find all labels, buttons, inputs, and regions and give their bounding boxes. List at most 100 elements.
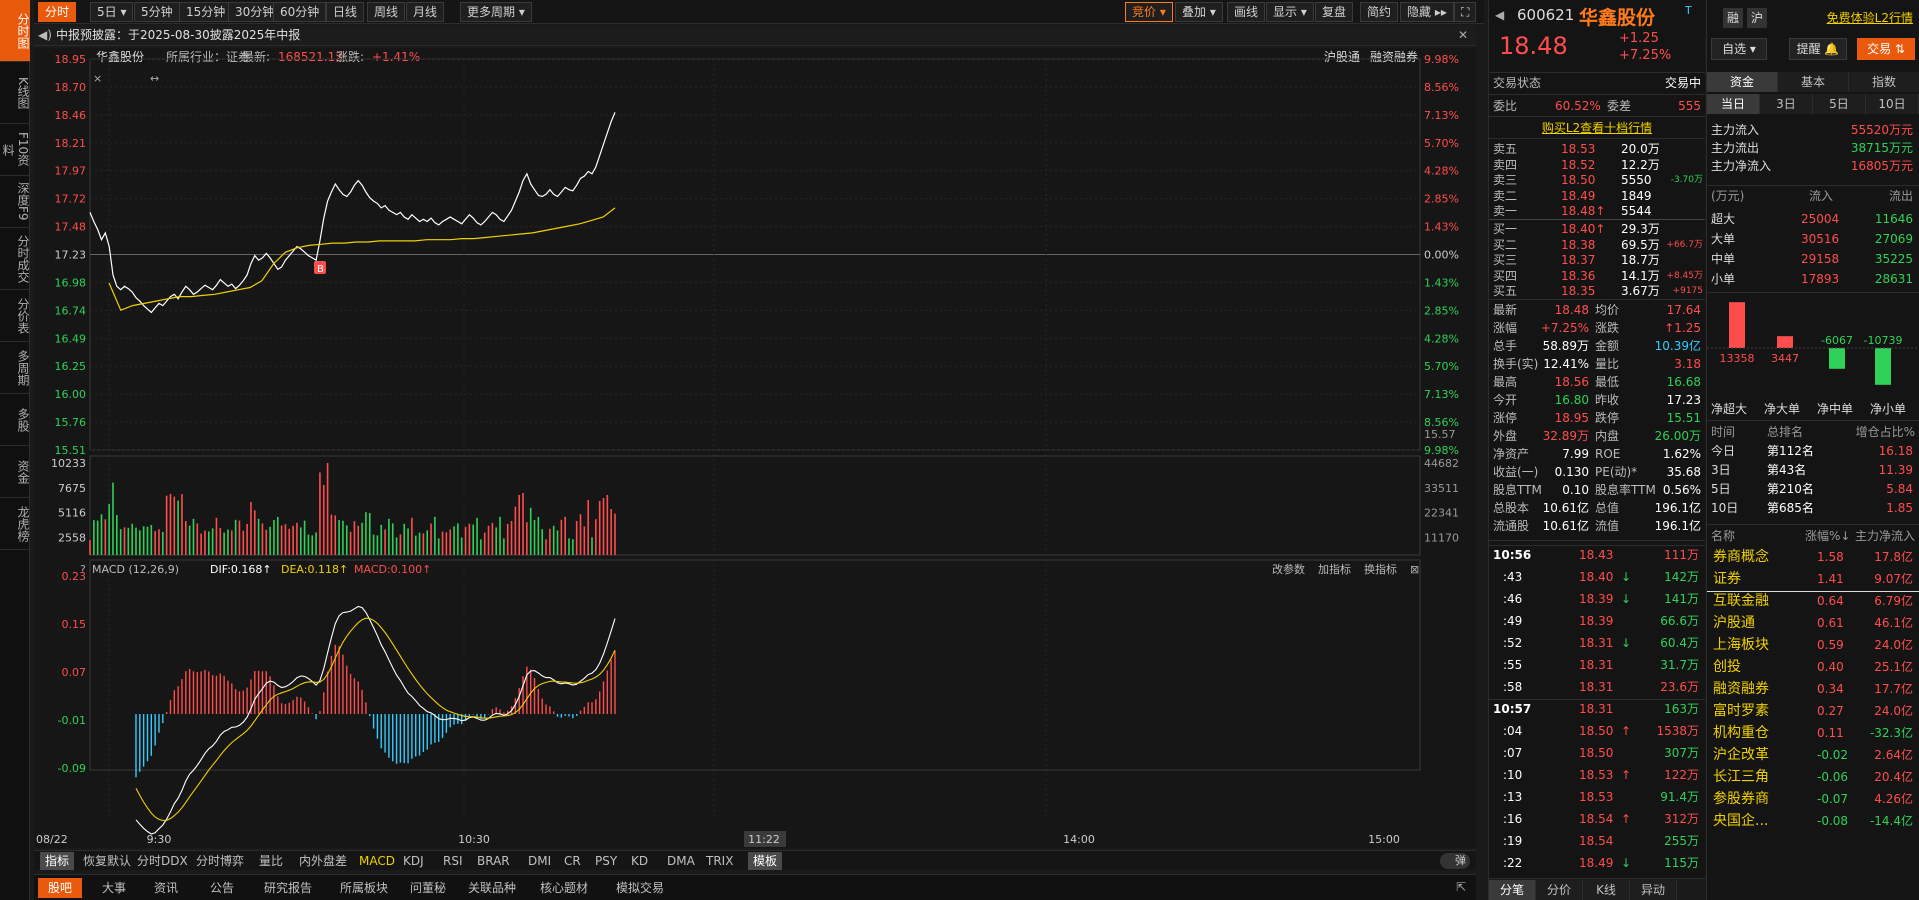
toolbar-btn-2[interactable]: 画线 xyxy=(1227,2,1266,22)
period-subtab-1[interactable]: 3日 xyxy=(1760,94,1813,114)
sector-row[interactable]: 富时罗素 0.27 24.0亿 xyxy=(1707,703,1919,723)
fund-tab-1[interactable]: 基本 xyxy=(1778,72,1849,92)
indicator-tab-16[interactable]: 模板 xyxy=(748,852,783,870)
indicator-tab-10[interactable]: DMI xyxy=(523,852,556,870)
period-subtab-3[interactable]: 10日 xyxy=(1866,94,1919,114)
popup-toggle[interactable]: 弹 xyxy=(1440,853,1470,869)
vnav-item-4[interactable]: 分时成交 xyxy=(0,228,30,290)
sector-row[interactable]: 证券 1.41 9.07亿 xyxy=(1707,571,1919,591)
tick-tab-3[interactable]: 异动 xyxy=(1630,880,1677,900)
vnav-item-8[interactable]: 资金 xyxy=(0,446,30,498)
bottom-tab-6[interactable]: 问董秘 xyxy=(400,878,456,898)
indicator-tab-4[interactable]: 量比 xyxy=(254,852,288,870)
chart-area[interactable]: 华鑫股份 所属行业：证券 最新: 168521.13 涨跌: +1.41% 沪股通 融资融券 1… xyxy=(34,48,1476,848)
indicator-tab-9[interactable]: BRAR xyxy=(472,852,515,870)
sector-row[interactable]: 上海板块 0.59 24.0亿 xyxy=(1707,637,1919,657)
period-tab-3[interactable]: 15分钟 xyxy=(179,2,233,22)
expand-icon[interactable]: ⇱ xyxy=(1456,880,1466,894)
indicator-tab-15[interactable]: TRIX xyxy=(701,852,738,870)
vnav-item-1[interactable]: K线图 xyxy=(0,62,30,124)
indicator-tab-12[interactable]: PSY xyxy=(590,852,622,870)
bottom-tab-3[interactable]: 公告 xyxy=(200,878,244,898)
bottom-tab-5[interactable]: 所属板块 xyxy=(330,878,398,898)
indicator-tab-1[interactable]: 恢复默认 xyxy=(78,852,136,870)
prev-stock-icon[interactable]: ◀ xyxy=(1495,8,1504,22)
period-tab-7[interactable]: 周线 xyxy=(367,2,406,22)
buy-l2-link[interactable]: 购买L2查看十档行情 xyxy=(1489,119,1705,136)
fund-tab-2[interactable]: 指数 xyxy=(1849,72,1919,92)
bottom-tab-4[interactable]: 研究报告 xyxy=(254,878,322,898)
link-hgt[interactable]: 沪股通 xyxy=(1324,50,1360,64)
sector-row[interactable]: 机构重仓 0.11 -32.3亿 xyxy=(1707,725,1919,745)
stock-name[interactable]: 华鑫股份 xyxy=(1579,3,1655,30)
announcement-text[interactable]: 中报预披露：于2025-08-30披露2025年中报 xyxy=(56,26,300,45)
trial-l2-link[interactable]: 免费体验L2行情 xyxy=(1827,9,1913,26)
bottom-tab-1[interactable]: 大事 xyxy=(92,878,136,898)
vnav-item-7[interactable]: 多股 xyxy=(0,394,30,446)
vnav-item-0[interactable]: 分时图 xyxy=(0,0,30,62)
macd-tool-add[interactable]: 加指标 xyxy=(1318,562,1351,576)
indicator-tab-11[interactable]: CR xyxy=(559,852,586,870)
macd-tool-params[interactable]: 改参数 xyxy=(1272,562,1305,576)
period-tab-9[interactable]: 更多周期 ▾ xyxy=(460,2,532,22)
sector-row[interactable]: 参股券商 -0.07 4.26亿 xyxy=(1707,791,1919,811)
indicator-tab-5[interactable]: 内外盘差 xyxy=(294,852,352,870)
indicator-tab-0[interactable]: 指标 xyxy=(40,852,75,870)
close-cross-icon[interactable]: × xyxy=(93,72,102,85)
period-tab-6[interactable]: 日线 xyxy=(326,2,365,22)
sector-row[interactable]: 融资融券 0.34 17.7亿 xyxy=(1707,681,1919,701)
bottom-tab-8[interactable]: 核心题材 xyxy=(530,878,598,898)
tick-tab-2[interactable]: K线 xyxy=(1583,880,1630,900)
tick-tab-0[interactable]: 分笔 xyxy=(1489,880,1536,900)
sector-row[interactable]: 长江三角 -0.06 20.4亿 xyxy=(1707,769,1919,789)
sector-row[interactable]: 券商概念 1.58 17.8亿 xyxy=(1707,549,1919,569)
macd-tool-switch[interactable]: 换指标 xyxy=(1364,562,1397,576)
bottom-tab-9[interactable]: 模拟交易 xyxy=(606,878,674,898)
indicator-tab-2[interactable]: 分时DDX xyxy=(132,852,193,870)
alert-button[interactable]: 提醒 🔔 xyxy=(1789,38,1847,60)
vnav-item-9[interactable]: 龙虎榜 xyxy=(0,498,30,550)
bottom-tab-0[interactable]: 股吧 xyxy=(38,878,83,898)
toolbar-btn-4[interactable]: 复盘 xyxy=(1315,2,1354,22)
indicator-tab-13[interactable]: KD xyxy=(626,852,653,870)
toolbar-btn-0[interactable]: 竞价 ▾ xyxy=(1125,2,1173,22)
sector-row[interactable]: 央国企... -0.08 -14.4亿 xyxy=(1707,813,1919,833)
badge-rong[interactable]: 融 xyxy=(1723,8,1743,28)
period-tab-1[interactable]: 5日 ▾ xyxy=(90,2,134,22)
macd-close-icon[interactable]: ⊠ xyxy=(1410,563,1419,576)
vnav-item-6[interactable]: 多周期 xyxy=(0,342,30,394)
toolbar-btn-3[interactable]: 显示 ▾ xyxy=(1266,2,1314,22)
indicator-tab-7[interactable]: KDJ xyxy=(398,852,429,870)
period-tab-2[interactable]: 5分钟 xyxy=(134,2,180,22)
period-tab-8[interactable]: 月线 xyxy=(406,2,445,22)
sector-row[interactable]: 创投 0.40 25.1亿 xyxy=(1707,659,1919,679)
toolbar-btn-6[interactable]: 隐藏 ▸▸ xyxy=(1400,2,1454,22)
indicator-tab-14[interactable]: DMA xyxy=(662,852,700,870)
toolbar-btn-5[interactable]: 简约 xyxy=(1360,2,1399,22)
period-subtab-0[interactable]: 当日 xyxy=(1707,94,1760,114)
link-rzrq[interactable]: 融资融券 xyxy=(1370,49,1418,64)
bottom-tab-7[interactable]: 关联品种 xyxy=(458,878,526,898)
vnav-item-2[interactable]: F10资料 xyxy=(0,124,30,176)
trade-button[interactable]: 交易 ⇅ xyxy=(1857,38,1915,60)
badge-hu[interactable]: 沪 xyxy=(1747,8,1767,28)
bottom-tab-2[interactable]: 资讯 xyxy=(144,878,188,898)
sector-row[interactable]: 互联金融 0.64 6.79亿 xyxy=(1707,593,1919,613)
indicator-tab-8[interactable]: RSI xyxy=(438,852,468,870)
intraday-chart[interactable]: 华鑫股份 所属行业：证券最新: 168521.13涨跌: +1.41% 沪股通 融资融券 1… xyxy=(34,48,1476,848)
indicator-tab-6[interactable]: MACD xyxy=(354,852,400,870)
close-icon[interactable]: ✕ xyxy=(1458,26,1468,45)
vnav-item-3[interactable]: 深度F9 xyxy=(0,176,30,228)
toolbar-btn-1[interactable]: 叠加 ▾ xyxy=(1175,2,1223,22)
sector-row[interactable]: 沪企改革 -0.02 2.64亿 xyxy=(1707,747,1919,767)
vnav-item-5[interactable]: 分价表 xyxy=(0,290,30,342)
fullscreen-icon[interactable]: ⛶ xyxy=(1454,2,1477,22)
sector-row[interactable]: 沪股通 0.61 46.1亿 xyxy=(1707,615,1919,635)
indicator-tab-3[interactable]: 分时博弈 xyxy=(191,852,249,870)
period-tab-0[interactable]: 分时 xyxy=(38,2,77,22)
watchlist-button[interactable]: 自选 ▾ xyxy=(1711,38,1767,60)
period-subtab-2[interactable]: 5日 xyxy=(1813,94,1866,114)
fund-tab-0[interactable]: 资金 xyxy=(1707,72,1778,92)
tick-tab-1[interactable]: 分价 xyxy=(1536,880,1583,900)
period-tab-5[interactable]: 60分钟 xyxy=(273,2,327,22)
